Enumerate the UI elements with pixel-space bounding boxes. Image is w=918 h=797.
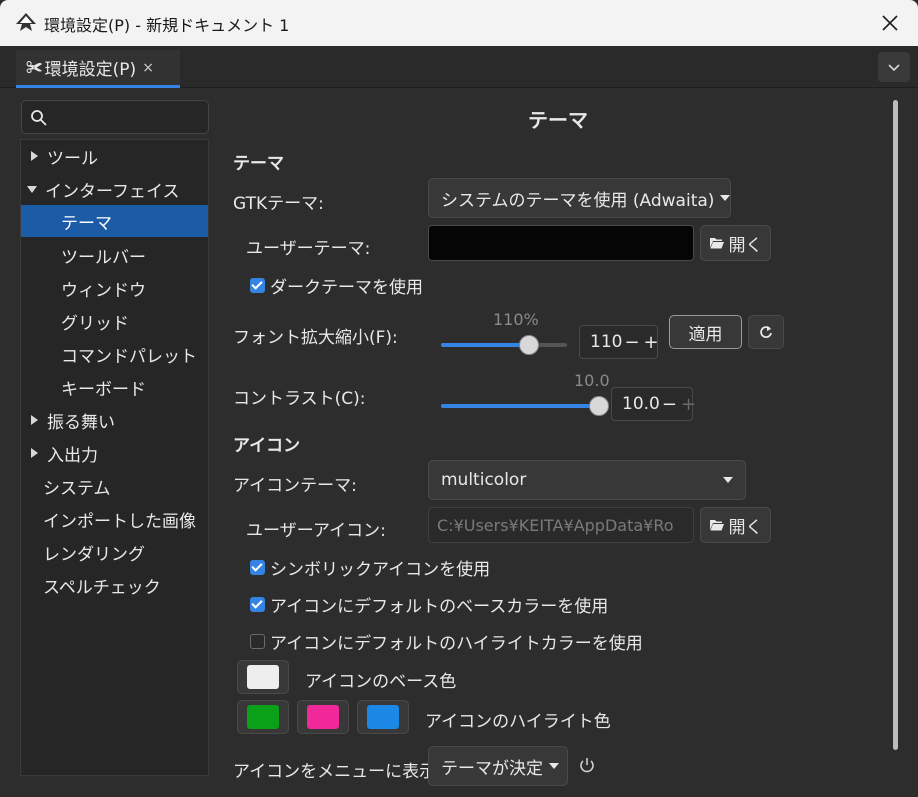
font-scale-spinbutton[interactable]: 110 − + [579, 325, 661, 359]
highlight-color-button-3[interactable] [357, 700, 409, 734]
expander-expanded-icon[interactable] [27, 184, 37, 194]
expander-collapsed-icon[interactable] [29, 415, 39, 425]
tree-item-behavior[interactable]: 振る舞い [21, 404, 208, 436]
tools-icon: ✀ [26, 57, 43, 78]
section-title-icons: アイコン [233, 436, 301, 456]
color-swatch [367, 705, 399, 729]
tree-item-rendering[interactable]: レンダリング [21, 536, 208, 568]
base-color-button[interactable] [237, 660, 289, 694]
font-scale-slider[interactable] [441, 335, 567, 355]
icon-theme-label: アイコンテーマ: [233, 476, 357, 496]
color-swatch [247, 665, 279, 689]
contrast-value: 10.0 [622, 394, 660, 414]
contrast-slider-value: 10.0 [574, 371, 610, 390]
refresh-icon [760, 326, 772, 338]
tree-item-toolbar[interactable]: ツールバー [21, 239, 208, 271]
color-swatch [247, 705, 279, 729]
close-icon [882, 15, 898, 31]
contrast-slider[interactable] [441, 396, 609, 416]
user-theme-field[interactable] [428, 225, 694, 261]
dropdown-arrow-icon [720, 195, 731, 201]
window-title: 環境設定(P) - 新規ドキュメント 1 [44, 16, 290, 35]
icon-theme-dropdown[interactable]: multicolor [428, 460, 746, 500]
tab-strip: ✀ 環境設定(P) × [0, 46, 918, 88]
search-icon [31, 110, 47, 126]
slider-knob[interactable] [589, 396, 609, 416]
tab-preferences[interactable]: ✀ 環境設定(P) × [16, 50, 180, 88]
tree-item-command-palette[interactable]: コマンドパレット [21, 338, 208, 370]
tree-item-system[interactable]: システム [21, 470, 208, 502]
slider-fill [441, 404, 599, 408]
dropdown-arrow-icon [549, 763, 559, 769]
page-title: テーマ [528, 108, 588, 132]
apply-button[interactable]: 適用 [669, 315, 742, 349]
decrease-button[interactable]: − [622, 332, 641, 353]
expander-collapsed-icon[interactable] [29, 448, 39, 458]
symbolic-icons-checkbox-row[interactable]: シンボリックアイコンを使用 [250, 555, 490, 580]
dark-theme-checkbox-row[interactable]: ダークテーマを使用 [250, 273, 423, 298]
inkscape-logo-icon [16, 13, 36, 31]
contrast-label: コントラスト(C): [233, 389, 366, 409]
highlight-color-button-1[interactable] [237, 700, 289, 734]
decrease-button[interactable]: − [660, 394, 679, 415]
expander-collapsed-icon[interactable] [29, 151, 39, 161]
font-scale-label: フォント拡大縮小(F): [233, 328, 398, 348]
window-close-button[interactable] [872, 8, 908, 38]
font-scale-value: 110 [590, 332, 623, 352]
dark-theme-checkbox[interactable] [250, 278, 265, 293]
slider-knob[interactable] [519, 335, 539, 355]
tree-item-window[interactable]: ウィンドウ [21, 272, 208, 304]
section-title-theme: テーマ [233, 154, 284, 174]
default-base-color-checkbox-row[interactable]: アイコンにデフォルトのベースカラーを使用 [250, 592, 608, 617]
vertical-scrollbar[interactable] [893, 100, 898, 750]
gtk-theme-dropdown[interactable]: システムのテーマを使用 (Adwaita) [428, 178, 731, 218]
tree-item-spellcheck[interactable]: スペルチェック [21, 569, 208, 601]
user-theme-open-button[interactable]: 開く [700, 225, 771, 261]
contrast-spinbutton[interactable]: 10.0 − + [611, 387, 696, 421]
tree-item-io[interactable]: 入出力 [21, 437, 208, 469]
default-base-color-checkbox[interactable] [250, 597, 265, 612]
restart-hint-button[interactable] [578, 756, 598, 776]
tree-item-grid[interactable]: グリッド [21, 305, 208, 337]
user-theme-label: ユーザーテーマ: [246, 239, 371, 259]
font-scale-slider-value: 110% [493, 310, 539, 329]
user-icon-path-field[interactable]: C:¥Users¥KEITA¥AppData¥Ro [428, 507, 694, 543]
tab-close-button[interactable]: × [142, 60, 154, 76]
folder-open-icon [709, 520, 724, 531]
increase-button[interactable]: + [642, 332, 661, 353]
base-color-label: アイコンのベース色 [305, 672, 457, 692]
search-input[interactable] [21, 100, 209, 134]
reset-button[interactable] [748, 315, 784, 349]
gtk-theme-label: GTKテーマ: [233, 194, 324, 214]
tree-item-theme[interactable]: テーマ [21, 205, 208, 237]
title-bar: 環境設定(P) - 新規ドキュメント 1 [0, 0, 918, 46]
color-swatch [307, 705, 339, 729]
menu-icons-label: アイコンをメニューに表示 [233, 762, 437, 782]
menu-icons-dropdown[interactable]: テーマが決定 [428, 746, 568, 786]
tree-item-keyboard[interactable]: キーボード [21, 371, 208, 403]
user-icon-label: ユーザーアイコン: [246, 521, 386, 541]
increase-button[interactable]: + [679, 394, 698, 415]
tree-item-tools[interactable]: ツール [21, 140, 208, 172]
default-highlight-color-checkbox-row[interactable]: アイコンにデフォルトのハイライトカラーを使用 [250, 629, 643, 654]
slider-fill [441, 343, 529, 347]
default-highlight-color-checkbox[interactable] [250, 634, 265, 649]
tree-item-imported-images[interactable]: インポートした画像 [21, 503, 208, 535]
category-tree: ツール インターフェイス テーマ ツールバー ウィンドウ グリッド コマンドパレ… [20, 139, 209, 776]
highlight-color-label: アイコンのハイライト色 [425, 712, 611, 732]
folder-open-icon [709, 238, 724, 249]
chevron-down-icon [888, 64, 900, 72]
user-icon-open-button[interactable]: 開く [700, 507, 771, 543]
highlight-color-button-2[interactable] [297, 700, 349, 734]
symbolic-icons-checkbox[interactable] [250, 560, 265, 575]
tree-item-interface[interactable]: インターフェイス [21, 173, 208, 205]
power-icon [580, 758, 594, 773]
dropdown-arrow-icon [723, 477, 733, 483]
tab-menu-button[interactable] [878, 52, 910, 82]
tab-label: 環境設定(P) [44, 60, 137, 80]
